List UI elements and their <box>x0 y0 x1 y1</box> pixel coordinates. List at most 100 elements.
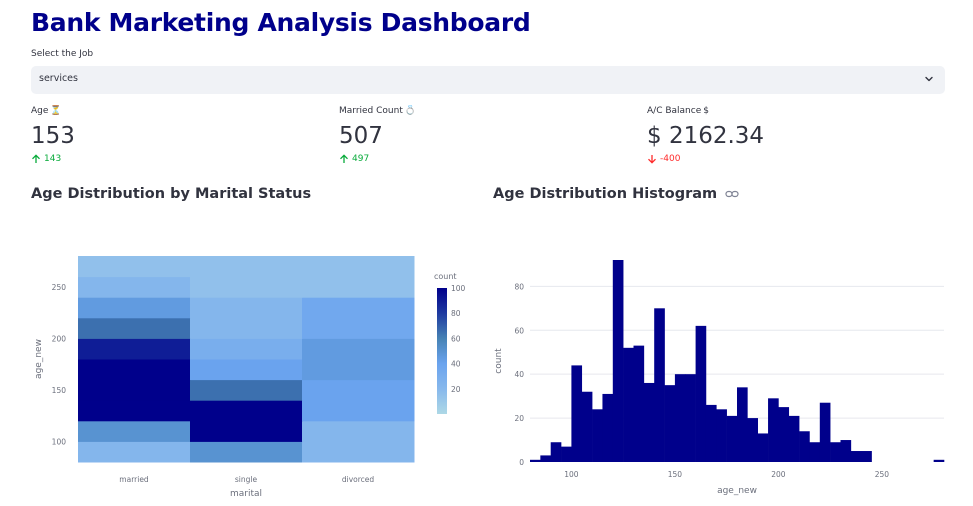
heatmap-cell <box>78 276 191 298</box>
heatmap-cell <box>190 441 303 463</box>
histogram-bar <box>633 345 645 462</box>
metric-value: 153 <box>31 123 75 149</box>
histogram-bar <box>571 365 583 462</box>
job-select[interactable]: services <box>31 66 945 94</box>
histogram-bar <box>861 451 872 462</box>
heatmap-cell <box>302 256 415 278</box>
y-tick-label: 150 <box>52 386 67 395</box>
heatmap-cell <box>190 379 303 401</box>
heatmap-cell <box>190 297 303 319</box>
job-select-value: services <box>39 73 78 84</box>
heatmap-cell <box>78 338 191 360</box>
heatmap-cell <box>78 359 191 381</box>
colorbar-tick-label: 40 <box>451 360 461 369</box>
histogram-bar <box>695 325 707 462</box>
x-tick-label: 150 <box>668 470 683 479</box>
histogram-bar <box>685 374 696 462</box>
heatmap-cell <box>190 276 303 298</box>
histogram-bar <box>747 418 758 462</box>
histogram-bar <box>757 433 769 462</box>
job-select-label: Select the Job <box>31 49 94 59</box>
metric-value: 507 <box>339 123 383 149</box>
heatmap-cell <box>78 317 191 339</box>
y-tick-label: 20 <box>514 414 524 423</box>
metric-age: Age ⏳ 153 143 <box>31 106 311 164</box>
heatmap-cell <box>190 400 303 422</box>
histogram-bar <box>612 260 624 462</box>
heatmap-cell <box>302 338 415 360</box>
histogram-bar <box>592 409 603 462</box>
heatmap-cell <box>78 256 191 278</box>
metric-delta: 143 <box>31 154 311 164</box>
heatmap-cell <box>78 379 191 401</box>
histogram-bar <box>530 459 541 462</box>
heatmap-cell <box>302 420 415 442</box>
histogram-bar <box>540 455 551 462</box>
y-axis-label: age_new <box>34 339 44 379</box>
y-tick-label: 200 <box>52 334 67 343</box>
heatmap-cell <box>302 276 415 298</box>
heatmap-section-title: Age Distribution by Marital Status <box>31 186 312 202</box>
histogram-bar <box>933 459 945 462</box>
colorbar <box>437 288 447 414</box>
colorbar-tick-label: 60 <box>451 334 461 343</box>
colorbar-tick-label: 100 <box>451 284 466 293</box>
x-tick-label: single <box>235 475 258 484</box>
heatmap-cell <box>190 317 303 339</box>
histogram-bar <box>664 385 676 462</box>
histogram-bar <box>726 415 738 462</box>
link-icon[interactable] <box>725 189 739 199</box>
histogram-bar <box>809 442 821 462</box>
metric-delta: 497 <box>339 154 619 164</box>
y-axis-label: count <box>494 348 504 374</box>
x-tick-label: 250 <box>875 470 890 479</box>
histogram-bar <box>602 393 614 462</box>
heatmap-chart: 100 150 200 250 married single divorced marital… <box>34 256 466 499</box>
x-axis-label: age_new <box>717 486 757 496</box>
histogram-bar <box>819 402 831 462</box>
histogram-bar <box>643 382 655 462</box>
heatmap-cell <box>190 420 303 442</box>
metric-delta: -400 <box>647 154 927 164</box>
heatmap-cell <box>190 256 303 278</box>
metric-label: A/C Balance $ <box>647 106 709 116</box>
histogram-bar <box>561 446 572 462</box>
y-tick-label: 60 <box>514 326 524 335</box>
histogram-bar <box>550 442 562 462</box>
x-tick-label: divorced <box>342 475 375 484</box>
histogram-bar <box>840 440 852 462</box>
x-axis-label: marital <box>230 489 262 499</box>
hourglass-icon: ⏳ <box>50 106 62 116</box>
y-tick-label: 100 <box>52 437 67 446</box>
heatmap-cell <box>302 400 415 422</box>
histogram-bar <box>716 409 727 462</box>
y-tick-label: 0 <box>519 458 524 467</box>
heatmap-cell <box>302 379 415 401</box>
histogram-bar <box>799 431 810 462</box>
metric-married-count: Married Count 💍 507 497 <box>339 106 619 164</box>
dollar-icon: $ <box>703 106 709 116</box>
metric-label: Married Count 💍 <box>339 106 417 116</box>
colorbar-tick-label: 80 <box>451 309 461 318</box>
arrow-up-icon <box>340 154 348 163</box>
heatmap-cell <box>302 441 415 463</box>
page-title: Bank Marketing Analysis Dashboard <box>31 8 531 37</box>
histogram-bar <box>788 415 800 462</box>
histogram-section-title: Age Distribution Histogram <box>493 186 739 202</box>
x-tick-label: 200 <box>771 470 786 479</box>
histogram-bar <box>768 398 779 462</box>
metric-label: Age ⏳ <box>31 106 62 116</box>
metric-balance: A/C Balance $ $ 2162.34 -400 <box>647 106 927 164</box>
heatmap-cell <box>302 359 415 381</box>
histogram-bar <box>705 404 717 462</box>
arrow-down-icon <box>648 155 656 164</box>
histogram-bar <box>850 451 862 462</box>
histogram-bar <box>830 442 841 462</box>
colorbar-title: count <box>434 272 457 281</box>
histogram-bar <box>674 374 686 462</box>
histogram-chart: 0 20 40 60 80 100 150 200 250 age_new count <box>494 260 945 496</box>
heatmap-cell <box>78 400 191 422</box>
heatmap-cell <box>190 359 303 381</box>
y-tick-label: 40 <box>514 370 524 379</box>
x-tick-label: married <box>119 475 149 484</box>
